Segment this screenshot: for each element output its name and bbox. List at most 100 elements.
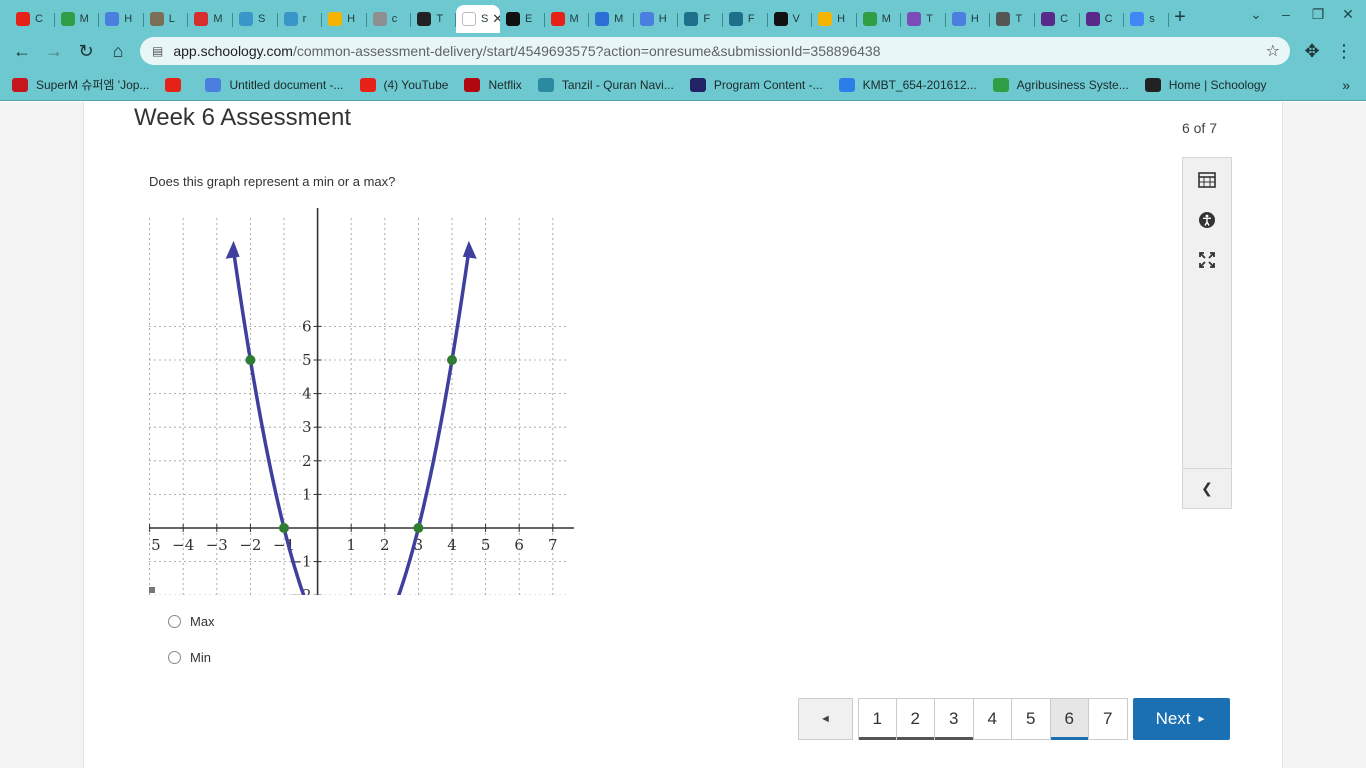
bookmark-item[interactable]: Netflix [464,77,522,92]
question-text: Does this graph represent a min or a max… [149,174,396,189]
bookmark-item[interactable]: Program Content -... [689,77,823,92]
page-number-button[interactable]: 5 [1012,698,1051,740]
bookmark-label: Netflix [488,77,522,92]
assessment-panel: Week 6 Assessment 6 of 7 Does this graph… [83,102,1283,768]
address-bar[interactable]: ▤ app.schoology.com/common-assessment-de… [140,37,1290,65]
browser-tab[interactable]: C [10,5,55,33]
tab-strip: C M H L M Sr Hc T S ✕ E M M H F F V H M T H T C Cs + ⌄ – ❐ ✕ [0,0,1366,33]
close-window-button[interactable]: ✕ [1336,6,1360,26]
browser-tab[interactable]: H [322,5,367,33]
accessibility-icon[interactable] [1183,200,1231,240]
browser-tab[interactable]: M [545,5,590,33]
tab-title: r [302,13,307,25]
home-icon[interactable]: ⌂ [104,37,132,65]
radio-min[interactable] [168,651,181,664]
tab-favicon-icon [149,12,164,26]
bookmark-item[interactable]: Tanzil - Quran Navi... [537,77,674,92]
browser-tab[interactable]: M [188,5,233,33]
browser-tab[interactable]: S [233,5,278,33]
maximize-button[interactable]: ❐ [1306,6,1330,26]
tab-title: L [168,13,175,25]
browser-tab[interactable]: F [723,5,768,33]
browser-tab[interactable]: S ✕ [455,5,500,33]
bookmark-item[interactable]: Untitled document -... [205,77,344,92]
tab-title: T [1015,13,1023,25]
extensions-icon[interactable]: ✥ [1298,37,1326,65]
browser-tab[interactable]: E [500,5,545,33]
tab-title: M [614,13,624,25]
tab-favicon-icon [194,12,209,26]
browser-tab[interactable]: H [946,5,991,33]
browser-tab[interactable]: T [990,5,1035,33]
tab-favicon-icon [639,12,654,26]
browser-tab[interactable]: C [1035,5,1080,33]
x-tick-label: 7 [548,536,558,554]
next-button[interactable]: Next ► [1132,698,1230,740]
tab-close-icon[interactable]: ✕ [492,11,500,27]
bookmark-item[interactable]: Agribusiness Syste... [992,77,1129,92]
tab-title: C [35,13,43,25]
bookmark-label: Untitled document -... [229,77,344,92]
browser-tab[interactable]: H [99,5,144,33]
y-tick-label: 6 [302,317,312,335]
bookmark-item[interactable]: SuperM 슈퍼엠 'Jop... [12,76,149,93]
browser-tab[interactable]: s [1124,5,1169,33]
bookmark-star-icon[interactable]: ☆ [1266,41,1280,61]
radio-max[interactable] [168,615,181,628]
question-pagination: ◄ 1234567 Next ► [798,698,1230,740]
browser-tab[interactable]: M [857,5,902,33]
page-number-button[interactable]: 1 [858,698,897,740]
page-number-button[interactable]: 3 [935,698,974,740]
browser-tab[interactable]: M [55,5,100,33]
tab-favicon-icon [417,12,432,26]
browser-tab[interactable]: V [768,5,813,33]
browser-tab[interactable]: c [367,5,412,33]
page-number-button[interactable]: 4 [973,698,1012,740]
new-tab-button[interactable]: + [1170,6,1190,29]
fullscreen-icon[interactable] [1183,240,1231,280]
bookmark-favicon-icon [537,77,554,92]
browser-tab[interactable]: T [411,5,456,33]
collapse-rail-icon[interactable]: ❮ [1183,468,1231,508]
choice-min[interactable]: Min [168,650,211,665]
site-info-icon[interactable]: ▤ [152,44,163,58]
page-number-button[interactable]: 2 [896,698,935,740]
browser-tab[interactable]: L [144,5,189,33]
browser-toolbar: ← → ↻ ⌂ ▤ app.schoology.com/common-asses… [0,33,1366,69]
browser-tab[interactable]: T [901,5,946,33]
next-arrow-icon: ► [1196,713,1207,725]
browser-tab[interactable]: r [278,5,323,33]
more-bookmarks-icon[interactable]: » [1342,77,1350,93]
page-number-button[interactable]: 6 [1050,698,1089,740]
browser-tab[interactable]: C [1080,5,1125,33]
forward-icon[interactable]: → [40,37,68,65]
bookmark-item[interactable]: (4) YouTube [359,77,448,92]
bookmark-item[interactable] [165,77,189,92]
minimize-button[interactable]: – [1274,6,1298,26]
bookmark-favicon-icon [205,77,222,92]
browser-tab[interactable]: H [634,5,679,33]
bookmark-favicon-icon [165,77,182,92]
tab-search-button[interactable]: ⌄ [1244,6,1268,26]
tab-title: E [524,13,533,25]
tab-favicon-icon [1130,12,1145,26]
calculator-icon[interactable] [1183,160,1231,200]
back-icon[interactable]: ← [8,37,36,65]
choice-max[interactable]: Max [168,614,215,629]
question-progress: 6 of 7 [1181,120,1217,136]
bookmark-item[interactable]: KMBT_654-201612... [838,77,977,92]
browser-menu-icon[interactable]: ⋮ [1330,37,1358,65]
choice-min-label: Min [190,650,211,665]
x-tick-label: −3 [206,536,228,554]
bookmark-favicon-icon [12,77,28,92]
tab-favicon-icon [595,12,610,26]
browser-tab[interactable]: M [589,5,634,33]
previous-button[interactable]: ◄ [798,698,853,740]
browser-tab[interactable]: F [678,5,723,33]
parabola-graph: −5−4−3−2−11234567−5−4−3−2−1123456 [149,208,574,595]
reload-icon[interactable]: ↻ [72,37,100,65]
bookmark-item[interactable]: Home | Schoology [1144,77,1267,92]
browser-tab[interactable]: H [812,5,857,33]
tab-favicon-icon [16,12,30,26]
page-number-button[interactable]: 7 [1089,698,1128,740]
